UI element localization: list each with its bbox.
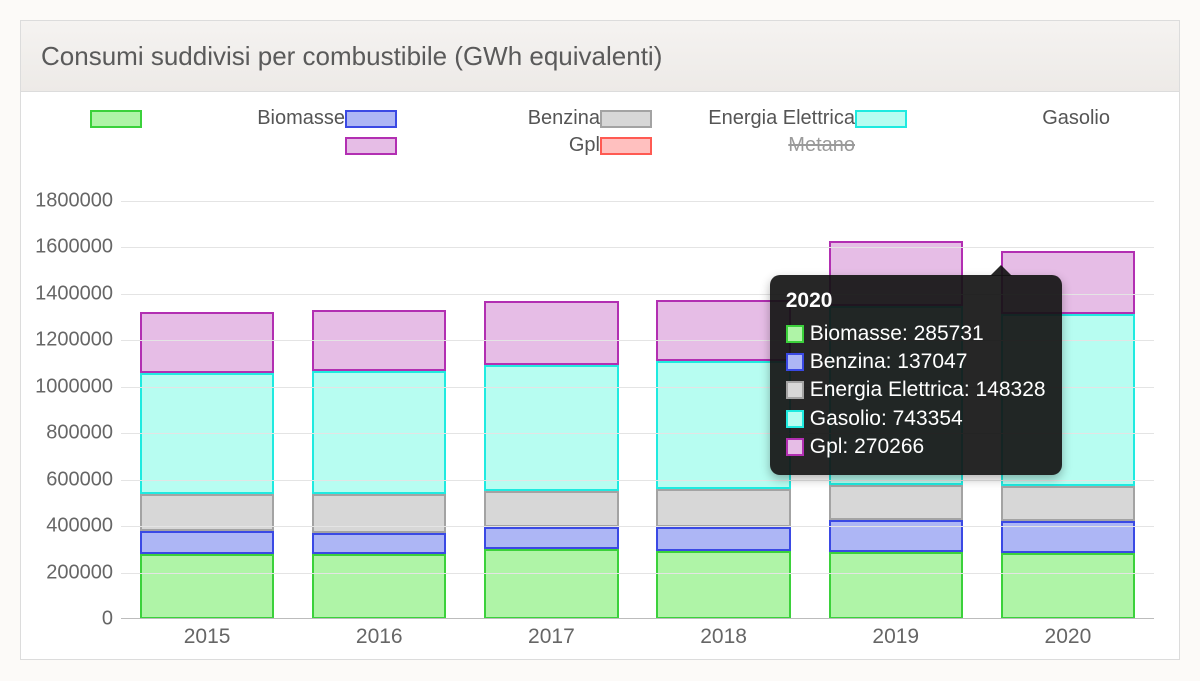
legend-item-energia-elettrica[interactable]: Energia Elettrica — [600, 105, 855, 132]
y-tick-label: 1400000 — [35, 282, 121, 305]
legend-label: Gasolio — [917, 107, 1110, 130]
y-tick-label: 1000000 — [35, 375, 121, 398]
bar-segment-gpl[interactable] — [140, 312, 274, 372]
tooltip-row-biomasse: Biomasse: 285731 — [786, 320, 1046, 348]
legend-label: Metano — [662, 134, 855, 157]
bar-segment-benzina[interactable] — [829, 520, 963, 552]
legend-swatch — [855, 110, 907, 128]
panel-header: Consumi suddivisi per combustibile (GWh … — [21, 21, 1179, 92]
bar-segment-benzina[interactable] — [484, 527, 618, 549]
x-tick-label: 2018 — [700, 619, 747, 649]
bar-segment-gasolio[interactable] — [484, 365, 618, 492]
bar-segment-benzina[interactable] — [312, 533, 446, 554]
tooltip-title: 2020 — [786, 287, 1046, 315]
grid-line — [121, 247, 1154, 248]
legend-label: Energia Elettrica — [662, 107, 855, 130]
legend-item-gasolio[interactable]: Gasolio — [855, 105, 1110, 132]
chart-panel: Consumi suddivisi per combustibile (GWh … — [20, 20, 1180, 660]
bar-segment-biomasse[interactable] — [312, 554, 446, 619]
legend-swatch — [600, 137, 652, 155]
tooltip-label: Gasolio: 743354 — [810, 405, 963, 433]
legend-swatch — [90, 110, 142, 128]
bar-2017[interactable] — [484, 201, 618, 619]
tooltip-swatch — [786, 381, 804, 399]
x-tick-label: 2015 — [184, 619, 231, 649]
panel-title: Consumi suddivisi per combustibile (GWh … — [41, 41, 662, 72]
x-tick-label: 2020 — [1045, 619, 1092, 649]
legend-item-biomasse[interactable]: Biomasse — [90, 105, 345, 132]
x-tick-label: 2017 — [528, 619, 575, 649]
legend-label: Biomasse — [152, 107, 345, 130]
grid-line — [121, 480, 1154, 481]
legend-swatch — [600, 110, 652, 128]
legend-label: Benzina — [407, 107, 600, 130]
tooltip-swatch — [786, 325, 804, 343]
bar-segment-biomasse[interactable] — [829, 552, 963, 619]
bar-segment-biomasse[interactable] — [656, 551, 790, 620]
legend-label: Gpl — [407, 134, 600, 157]
legend-item-gpl[interactable]: Gpl — [345, 132, 600, 159]
tooltip-row-gpl: Gpl: 270266 — [786, 433, 1046, 461]
grid-line — [121, 573, 1154, 574]
legend-item-metano[interactable]: Metano — [600, 132, 855, 159]
legend-item-benzina[interactable]: Benzina — [345, 105, 600, 132]
y-tick-label: 800000 — [46, 422, 121, 445]
tooltip-label: Gpl: 270266 — [810, 433, 924, 461]
grid-line — [121, 526, 1154, 527]
bar-segment-biomasse[interactable] — [1001, 553, 1135, 619]
x-tick-label: 2016 — [356, 619, 403, 649]
bar-segment-energia-elettrica[interactable] — [484, 491, 618, 527]
tooltip-label: Benzina: 137047 — [810, 348, 968, 376]
y-tick-label: 200000 — [46, 561, 121, 584]
tooltip-row-gasolio: Gasolio: 743354 — [786, 405, 1046, 433]
y-tick-label: 1600000 — [35, 236, 121, 259]
y-tick-label: 1200000 — [35, 329, 121, 352]
bar-segment-gasolio[interactable] — [312, 371, 446, 494]
y-tick-label: 400000 — [46, 515, 121, 538]
legend-swatch — [345, 110, 397, 128]
bar-segment-gpl[interactable] — [484, 301, 618, 365]
tooltip: 2020 Biomasse: 285731Benzina: 137047Ener… — [770, 275, 1062, 475]
tooltip-label: Biomasse: 285731 — [810, 320, 984, 348]
tooltip-row-benzina: Benzina: 137047 — [786, 348, 1046, 376]
chart-area: Biomasse Benzina Energia Elettrica Gasolio G… — [21, 91, 1179, 659]
tooltip-swatch — [786, 410, 804, 428]
bar-2015[interactable] — [140, 201, 274, 619]
x-baseline — [121, 618, 1154, 619]
legend: Biomasse Benzina Energia Elettrica Gasolio G… — [21, 105, 1179, 159]
grid-line — [121, 201, 1154, 202]
bar-segment-energia-elettrica[interactable] — [312, 494, 446, 533]
bar-segment-benzina[interactable] — [140, 531, 274, 554]
bar-segment-biomasse[interactable] — [140, 554, 274, 619]
bar-segment-energia-elettrica[interactable] — [829, 485, 963, 520]
y-tick-label: 1800000 — [35, 190, 121, 213]
bar-segment-benzina[interactable] — [656, 527, 790, 550]
tooltip-label: Energia Elettrica: 148328 — [810, 376, 1046, 404]
bar-segment-energia-elettrica[interactable] — [1001, 486, 1135, 520]
bar-segment-biomasse[interactable] — [484, 549, 618, 619]
tooltip-swatch — [786, 353, 804, 371]
x-tick-label: 2019 — [872, 619, 919, 649]
legend-swatch — [345, 137, 397, 155]
tooltip-row-energia-elettrica: Energia Elettrica: 148328 — [786, 376, 1046, 404]
tooltip-swatch — [786, 438, 804, 456]
bar-segment-energia-elettrica[interactable] — [656, 489, 790, 527]
bar-2016[interactable] — [312, 201, 446, 619]
y-tick-label: 0 — [102, 608, 121, 631]
y-tick-label: 600000 — [46, 468, 121, 491]
